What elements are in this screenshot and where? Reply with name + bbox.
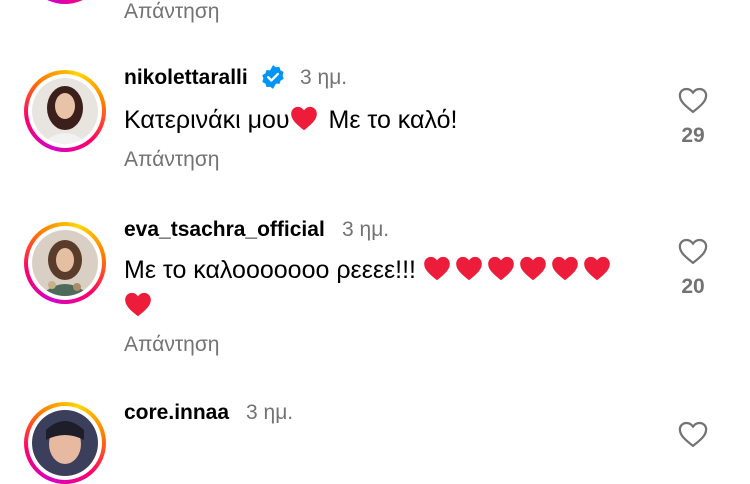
- username[interactable]: nikolettaralli: [124, 66, 248, 90]
- heart-outline-icon[interactable]: [678, 237, 708, 265]
- comment-text-part: Κατερινάκι μου: [124, 106, 290, 134]
- red-heart-emoji: [125, 292, 151, 317]
- reply-button[interactable]: Απάντηση: [124, 0, 219, 24]
- timestamp: 3 ημ.: [300, 66, 348, 89]
- timestamp: 3 ημ.: [342, 218, 390, 241]
- heart-outline-icon[interactable]: [678, 86, 708, 114]
- red-heart-emoji: [520, 256, 546, 281]
- like-count: 29: [681, 124, 705, 147]
- like-count: 20: [681, 275, 705, 298]
- reply-button[interactable]: Απάντηση: [124, 333, 219, 357]
- red-heart-emoji: [488, 256, 514, 281]
- avatar[interactable]: [24, 402, 106, 484]
- comment-text-part: Με το καλοοοοοοο ρεεεε!!!: [124, 256, 423, 284]
- username[interactable]: eva_tsachra_official: [124, 218, 325, 242]
- avatar[interactable]: [24, 70, 106, 152]
- comment-text: Με το καλοοοοοοο ρεεεε!!!: [124, 252, 644, 324]
- heart-outline-icon[interactable]: [678, 420, 708, 448]
- reply-button[interactable]: Απάντηση: [124, 148, 219, 172]
- red-heart-emoji: [424, 256, 450, 281]
- comment-text-part: Με το καλό!: [321, 106, 458, 134]
- red-heart-emoji: [456, 256, 482, 281]
- avatar-partial-top[interactable]: [24, 0, 106, 4]
- red-heart-emoji: [552, 256, 578, 281]
- red-heart-emoji: [584, 256, 610, 281]
- avatar[interactable]: [24, 222, 106, 304]
- comment-text: Κατερινάκι μου Με το καλό!: [124, 102, 644, 138]
- timestamp: 3 ημ.: [246, 401, 294, 424]
- username[interactable]: core.innaa: [124, 401, 229, 425]
- red-heart-emoji: [290, 106, 317, 131]
- verified-badge-icon: [262, 65, 284, 89]
